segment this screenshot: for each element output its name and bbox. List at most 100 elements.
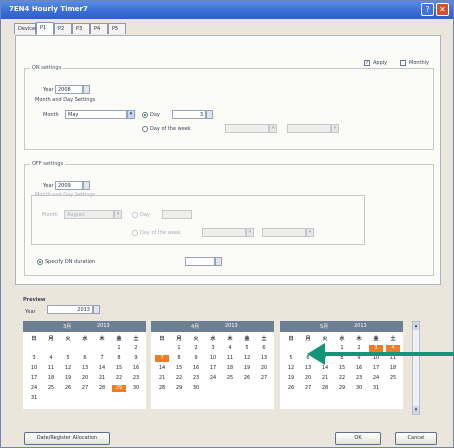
calendar-day[interactable]: 22 xyxy=(335,375,349,382)
calendar-day[interactable]: 5 xyxy=(284,355,298,362)
calendar-day[interactable]: 6 xyxy=(257,345,271,352)
scroll-down-icon[interactable]: ▾ xyxy=(413,406,419,414)
chevron-down-icon[interactable]: ▾ xyxy=(127,110,135,119)
calendar-day[interactable]: 5 xyxy=(61,355,75,362)
calendar-day[interactable]: 11 xyxy=(223,355,237,362)
calendar-day[interactable]: 20 xyxy=(301,375,315,382)
calendar-day[interactable]: 27 xyxy=(257,375,271,382)
calendar-day[interactable]: 14 xyxy=(95,365,109,372)
calendar-day[interactable]: 19 xyxy=(240,365,254,372)
calendar-day[interactable]: 20 xyxy=(257,365,271,372)
calendar-day[interactable]: 16 xyxy=(129,365,143,372)
calendar-day[interactable]: 6 xyxy=(78,355,92,362)
calendar-day[interactable]: 24 xyxy=(206,375,220,382)
calendar-day[interactable]: 28 xyxy=(155,385,169,392)
calendar-day[interactable]: 21 xyxy=(95,375,109,382)
title-bar[interactable]: 7EN4 Hourly Timer7 ? ✕ xyxy=(1,1,453,19)
calendar-day[interactable]: 10 xyxy=(206,355,220,362)
on-month-select[interactable]: May xyxy=(65,110,127,119)
apply-checkbox[interactable]: ✓ xyxy=(364,60,370,66)
calendar-day[interactable]: 4 xyxy=(223,345,237,352)
calendar-day[interactable]: 22 xyxy=(112,375,126,382)
tab-p1[interactable]: P1 xyxy=(36,22,54,35)
off-year-input[interactable]: 2009 xyxy=(55,181,83,190)
calendar-day[interactable]: 7 xyxy=(155,355,169,362)
calendar-day[interactable]: 26 xyxy=(240,375,254,382)
holiday-button[interactable]: Date/Register Allocation xyxy=(24,432,110,445)
calendar-day[interactable]: 30 xyxy=(129,385,143,392)
calendar-day[interactable]: 17 xyxy=(27,375,41,382)
duration-radio[interactable] xyxy=(37,259,43,265)
calendar-day[interactable]: 26 xyxy=(61,385,75,392)
calendar-day[interactable]: 13 xyxy=(78,365,92,372)
calendar-day[interactable]: 24 xyxy=(369,375,383,382)
calendar-day[interactable]: 19 xyxy=(284,375,298,382)
scroll-up-icon[interactable]: ▴ xyxy=(413,322,419,330)
calendar-day[interactable]: 8 xyxy=(172,355,186,362)
monthly-checkbox[interactable] xyxy=(400,60,406,66)
duration-spinner[interactable] xyxy=(215,257,222,266)
calendar-day[interactable]: 30 xyxy=(352,385,366,392)
calendar-day[interactable]: 2 xyxy=(129,345,143,352)
tab-devices[interactable]: Devices xyxy=(14,23,38,34)
on-day-radio[interactable] xyxy=(142,112,148,118)
tab-p3[interactable]: P3 xyxy=(72,23,90,34)
on-year-spinner[interactable] xyxy=(83,85,90,94)
calendar-day[interactable]: 3 xyxy=(206,345,220,352)
calendar-day[interactable]: 29 xyxy=(112,385,126,392)
calendar-day[interactable]: 16 xyxy=(189,365,203,372)
calendar-day[interactable]: 9 xyxy=(129,355,143,362)
cancel-button[interactable]: Cancel xyxy=(395,432,437,445)
calendar-day[interactable]: 1 xyxy=(112,345,126,352)
calendar-day[interactable]: 31 xyxy=(27,395,41,402)
calendar-day[interactable]: 28 xyxy=(95,385,109,392)
calendar-day[interactable]: 1 xyxy=(172,345,186,352)
on-day-spinner[interactable] xyxy=(206,110,213,119)
calendar-day[interactable]: 14 xyxy=(318,365,332,372)
calendar-day[interactable]: 16 xyxy=(352,365,366,372)
close-icon[interactable]: ✕ xyxy=(436,3,449,16)
on-year-input[interactable]: 2008 xyxy=(55,85,83,94)
calendar-day[interactable]: 11 xyxy=(44,365,58,372)
calendar-day[interactable]: 25 xyxy=(386,375,400,382)
calendar-day[interactable]: 23 xyxy=(129,375,143,382)
calendar-day[interactable]: 7 xyxy=(95,355,109,362)
calendar-day[interactable]: 13 xyxy=(257,355,271,362)
calendar-day[interactable]: 9 xyxy=(189,355,203,362)
calendar-day[interactable]: 14 xyxy=(155,365,169,372)
calendar-day[interactable]: 25 xyxy=(44,385,58,392)
calendar-day[interactable]: 23 xyxy=(352,375,366,382)
calendar-day[interactable]: 23 xyxy=(189,375,203,382)
tab-p2[interactable]: P2 xyxy=(54,23,72,34)
help-icon[interactable]: ? xyxy=(421,3,434,16)
on-day-input[interactable]: 3 xyxy=(172,110,206,119)
calendar-day[interactable]: 18 xyxy=(386,365,400,372)
calendar-day[interactable]: 27 xyxy=(78,385,92,392)
calendar-day[interactable]: 24 xyxy=(27,385,41,392)
calendar-scrollbar[interactable]: ▴ ▾ xyxy=(412,321,420,415)
calendar-day[interactable]: 5 xyxy=(240,345,254,352)
tab-p4[interactable]: P4 xyxy=(90,23,108,34)
calendar-day[interactable]: 15 xyxy=(112,365,126,372)
calendar-day[interactable]: 3 xyxy=(27,355,41,362)
ok-button[interactable]: OK xyxy=(335,432,381,445)
calendar-day[interactable]: 13 xyxy=(301,365,315,372)
calendar-day[interactable]: 25 xyxy=(223,375,237,382)
calendar-day[interactable]: 12 xyxy=(61,365,75,372)
calendar-day[interactable]: 12 xyxy=(240,355,254,362)
calendar-day[interactable]: 8 xyxy=(112,355,126,362)
tab-p5[interactable]: P5 xyxy=(108,23,126,34)
calendar-day[interactable]: 27 xyxy=(301,385,315,392)
calendar-day[interactable]: 10 xyxy=(27,365,41,372)
calendar-day[interactable]: 12 xyxy=(284,365,298,372)
off-year-spinner[interactable] xyxy=(83,181,90,190)
calendar-day[interactable]: 21 xyxy=(318,375,332,382)
calendar-day[interactable]: 17 xyxy=(206,365,220,372)
calendar-day[interactable]: 18 xyxy=(44,375,58,382)
calendar-day[interactable]: 18 xyxy=(223,365,237,372)
preview-year-spinner[interactable] xyxy=(93,305,100,314)
calendar-day[interactable]: 2 xyxy=(189,345,203,352)
on-dow-radio[interactable] xyxy=(142,126,148,132)
calendar-day[interactable]: 22 xyxy=(172,375,186,382)
calendar-day[interactable]: 20 xyxy=(78,375,92,382)
